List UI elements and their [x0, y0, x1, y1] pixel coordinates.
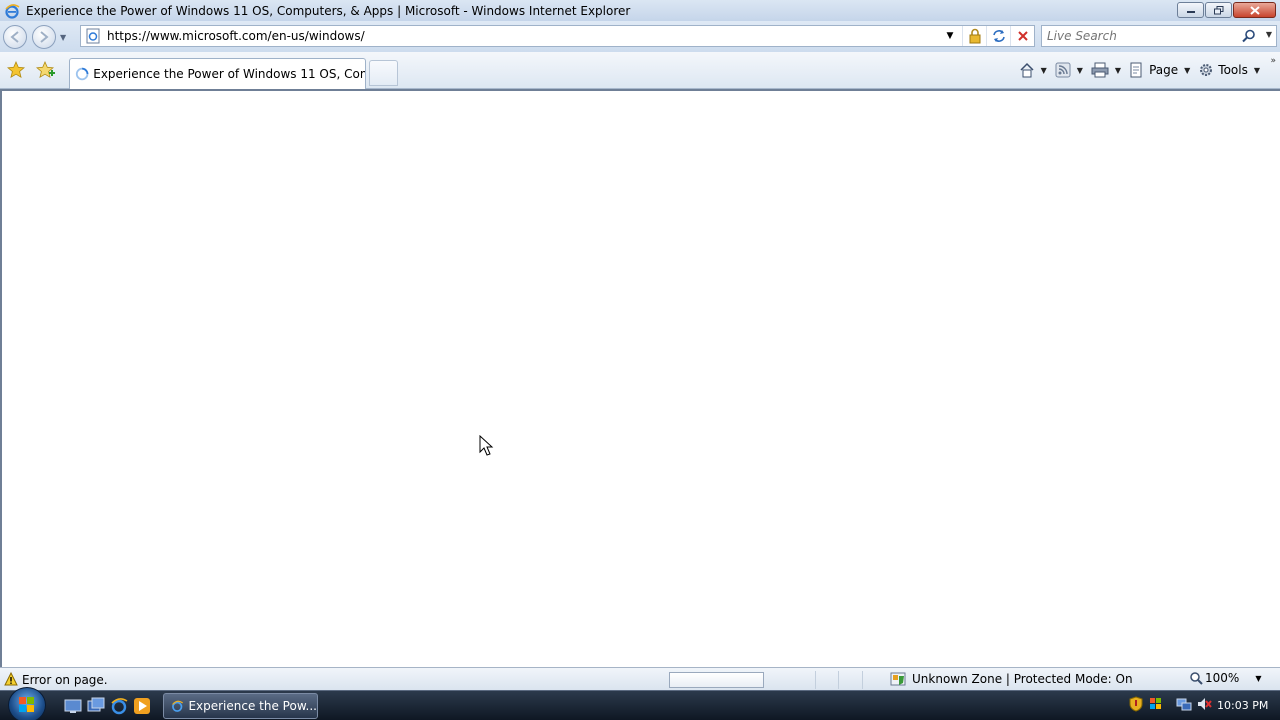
address-field[interactable]: https://www.microsoft.com/en-us/windows/…	[80, 25, 1035, 47]
home-dropdown-icon[interactable]: ▼	[1041, 66, 1047, 75]
media-player-icon[interactable]	[133, 697, 151, 715]
internet-explorer-icon	[172, 700, 183, 712]
print-dropdown-icon[interactable]: ▼	[1115, 66, 1121, 75]
tab-row: Experience the Power of Windows 11 OS, C…	[0, 52, 1280, 89]
switch-windows-icon[interactable]	[87, 697, 105, 715]
page-menu[interactable]: Page ▼	[1129, 62, 1190, 78]
print-button[interactable]: ▼	[1091, 62, 1121, 78]
status-divider	[815, 671, 816, 689]
internet-explorer-icon[interactable]	[110, 697, 128, 715]
status-divider	[838, 671, 839, 689]
address-bar-row: ▼ https://www.microsoft.com/en-us/window…	[0, 21, 1280, 52]
forward-arrow-icon	[40, 31, 49, 43]
zone-shield-icon	[890, 672, 906, 686]
lock-icon[interactable]	[962, 26, 986, 46]
security-zone[interactable]: Unknown Zone | Protected Mode: On	[890, 671, 1133, 687]
status-divider	[862, 671, 863, 689]
zoom-control[interactable]: 100% ▼	[1189, 671, 1261, 685]
address-tools: ▼	[938, 26, 1034, 46]
command-bar: ▼ ▼ ▼ Page ▼ Tools ▼	[1011, 60, 1260, 80]
more-commands-chevron-icon[interactable]: »	[1270, 56, 1276, 66]
system-tray	[1128, 696, 1216, 712]
new-tab-button[interactable]	[369, 60, 398, 86]
zoom-dropdown-icon[interactable]: ▼	[1255, 674, 1261, 683]
start-button[interactable]	[8, 687, 46, 720]
printer-icon	[1091, 62, 1109, 78]
taskbar-clock[interactable]: 10:03 PM	[1217, 699, 1268, 712]
add-to-favorites-icon[interactable]	[36, 61, 56, 79]
page-icon	[86, 28, 100, 44]
minimize-button[interactable]	[1177, 2, 1204, 18]
zoom-level: 100%	[1205, 671, 1240, 685]
stop-icon[interactable]	[1010, 26, 1034, 46]
zoom-magnifier-icon	[1190, 672, 1203, 685]
windows-update-icon[interactable]	[1148, 696, 1164, 712]
favorites-star-icon[interactable]	[7, 61, 25, 79]
mouse-cursor-icon	[479, 435, 494, 456]
show-desktop-icon[interactable]	[64, 697, 82, 715]
tab-label: Experience the Power of Windows 11 OS, C…	[93, 67, 365, 81]
back-button[interactable]	[3, 25, 27, 49]
feeds-dropdown-icon[interactable]: ▼	[1077, 66, 1083, 75]
page-dropdown-icon: ▼	[1184, 65, 1191, 75]
page-content[interactable]	[0, 89, 1280, 667]
refresh-icon[interactable]	[986, 26, 1010, 46]
address-dropdown-icon[interactable]: ▼	[938, 26, 962, 46]
search-box[interactable]: ▼	[1041, 25, 1277, 47]
title-bar: Experience the Power of Windows 11 OS, C…	[0, 0, 1280, 21]
network-icon[interactable]	[1176, 696, 1192, 712]
progress-bar	[669, 672, 764, 688]
page-icon	[1130, 62, 1142, 78]
volume-muted-icon[interactable]	[1196, 696, 1212, 712]
search-options-dropdown-icon[interactable]: ▼	[1266, 30, 1272, 39]
feeds-button[interactable]: ▼	[1055, 62, 1083, 78]
recent-pages-dropdown-icon[interactable]: ▼	[60, 33, 66, 42]
tools-menu-label: Tools	[1218, 63, 1248, 77]
search-icon[interactable]	[1242, 29, 1256, 43]
home-icon	[1020, 62, 1034, 78]
tools-menu[interactable]: Tools ▼	[1198, 62, 1260, 78]
address-url[interactable]: https://www.microsoft.com/en-us/windows/	[107, 29, 365, 43]
restore-icon	[1213, 5, 1223, 14]
home-button[interactable]: ▼	[1019, 62, 1047, 78]
loading-icon	[75, 67, 89, 81]
minimize-icon	[1186, 11, 1195, 13]
gear-icon	[1200, 64, 1213, 76]
zone-label: Unknown Zone | Protected Mode: On	[912, 672, 1133, 686]
page-menu-label: Page	[1149, 63, 1179, 77]
restore-button[interactable]	[1205, 2, 1232, 18]
tab-active[interactable]: Experience the Power of Windows 11 OS, C…	[69, 58, 366, 89]
tools-dropdown-icon: ▼	[1253, 65, 1260, 75]
back-arrow-icon	[10, 31, 19, 43]
warning-icon[interactable]	[4, 672, 18, 686]
internet-explorer-icon	[5, 3, 20, 19]
status-bar: Error on page. Unknown Zone | Protected …	[0, 667, 1280, 690]
rss-feed-icon	[1055, 62, 1071, 78]
windows-logo-icon	[19, 697, 34, 712]
close-icon	[1249, 5, 1260, 15]
security-shield-icon[interactable]	[1128, 696, 1144, 712]
forward-button[interactable]	[32, 25, 56, 49]
close-button[interactable]	[1233, 2, 1276, 18]
window-controls	[1177, 2, 1276, 18]
window-title: Experience the Power of Windows 11 OS, C…	[26, 3, 631, 18]
taskbar-window-label: Experience the Pow...	[188, 699, 317, 713]
taskbar-window-button[interactable]: Experience the Pow...	[163, 693, 318, 719]
search-input[interactable]	[1047, 29, 1237, 43]
taskbar: Experience the Pow... 10:03 PM	[0, 687, 1280, 720]
status-message[interactable]: Error on page.	[22, 673, 108, 687]
